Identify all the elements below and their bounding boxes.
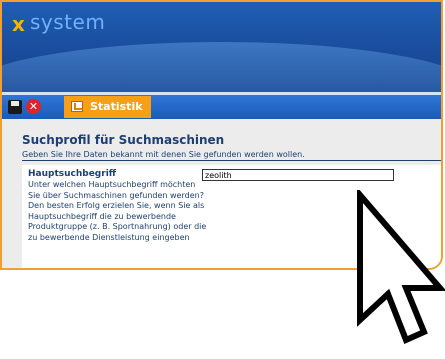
page-subtitle: Geben Sie Ihre Daten bekannt mit denen S…: [22, 150, 305, 159]
search-term-input[interactable]: [202, 169, 394, 181]
field-label: Hauptsuchbegriff: [28, 169, 117, 179]
page-title: Suchprofil für Suchmaschinen: [22, 133, 225, 147]
toolbar-spacer: [2, 119, 441, 127]
close-icon[interactable]: ✕: [26, 99, 41, 114]
logo-symbol: x: [12, 12, 25, 36]
tab-statistik[interactable]: Statistik: [64, 96, 151, 118]
chart-icon: [71, 101, 83, 112]
field-help-text: Unter welchen Hauptsuchbegriff möchten S…: [28, 180, 207, 242]
tab-label: Statistik: [90, 100, 143, 113]
divider: [22, 160, 441, 161]
mouse-pointer-icon: [357, 190, 445, 345]
toolbar: ✕ Statistik: [2, 95, 441, 119]
save-icon[interactable]: [8, 100, 22, 114]
logo-text: system: [30, 10, 106, 34]
